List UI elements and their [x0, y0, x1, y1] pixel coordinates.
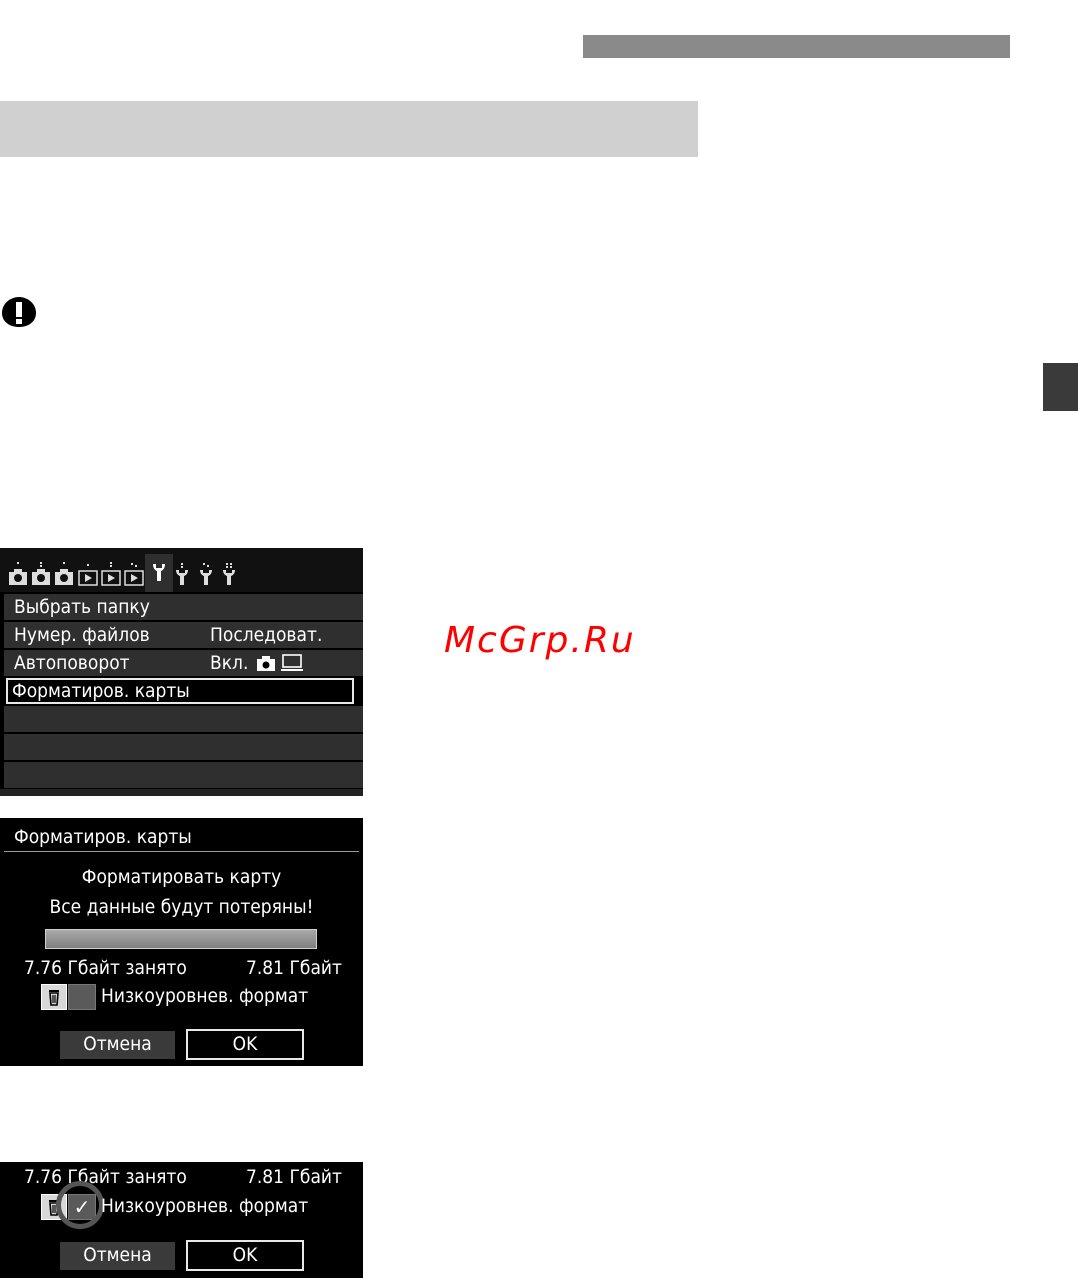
playback-icon[interactable]	[78, 562, 98, 586]
chapter-side-tab	[1043, 363, 1078, 411]
menu-item-value: Вкл.	[210, 652, 249, 674]
watermark-text: McGrp.Ru	[444, 620, 636, 661]
computer-icon	[281, 654, 303, 671]
total-space: 7.81 Гбайт	[246, 1166, 342, 1188]
format-card-dialog: Форматиров. карты Форматировать карту Вс…	[0, 818, 363, 1066]
header-bar	[583, 35, 1010, 58]
menu-item-label: Нумер. файлов	[14, 624, 150, 646]
low-level-format-label: Низкоуровнев. формат	[101, 1195, 309, 1217]
wrench-icon[interactable]	[172, 562, 192, 586]
camera-icon	[257, 656, 275, 671]
menu-item-empty	[4, 706, 363, 732]
ok-button[interactable]: OK	[186, 1240, 304, 1271]
menu-item-empty	[4, 734, 363, 760]
menu-item-label: Автоповорот	[14, 652, 130, 674]
caution-icon	[2, 297, 36, 327]
total-space: 7.81 Гбайт	[246, 957, 342, 979]
used-space: 7.76 Гбайт занято	[24, 1166, 187, 1188]
menu-item-auto-rotate[interactable]: Автоповорот Вкл.	[4, 650, 363, 676]
used-space: 7.76 Гбайт занято	[24, 957, 187, 979]
format-prompt: Форматировать карту	[81, 866, 282, 888]
cancel-button[interactable]: Отмена	[60, 1031, 175, 1059]
title-divider	[4, 851, 359, 852]
menu-item-file-numbering[interactable]: Нумер. файлов Последоват.	[4, 622, 363, 648]
trash-icon	[41, 984, 67, 1010]
menu-item-empty	[4, 762, 363, 788]
playback-icon[interactable]	[101, 562, 121, 586]
dialog-title: Форматиров. карты	[14, 826, 192, 848]
low-level-format-checkbox[interactable]	[68, 984, 96, 1010]
camera-menu-screen: Выбрать папку Нумер. файлов Последоват. …	[0, 548, 363, 796]
section-heading-band	[0, 101, 698, 157]
cancel-button[interactable]: Отмена	[60, 1242, 175, 1270]
menu-tab-bar	[0, 548, 363, 592]
wrench-icon[interactable]	[219, 562, 239, 586]
highlight-ring	[56, 1181, 104, 1229]
menu-item-select-folder[interactable]: Выбрать папку	[4, 594, 363, 620]
low-level-format-label: Низкоуровнев. формат	[101, 985, 309, 1007]
camera-icon[interactable]	[8, 562, 28, 586]
format-card-dialog-checked: 7.76 Гбайт занято 7.81 Гбайт ✓ Низкоуров…	[0, 1162, 363, 1278]
menu-item-value: Последоват.	[210, 624, 323, 646]
card-usage-bar	[45, 929, 317, 949]
playback-icon[interactable]	[124, 562, 144, 586]
menu-item-format-card[interactable]: Форматиров. карты	[6, 678, 354, 704]
ok-button[interactable]: OK	[186, 1029, 304, 1060]
camera-icon[interactable]	[31, 562, 51, 586]
camera-icon[interactable]	[54, 562, 74, 586]
wrench-icon[interactable]	[196, 562, 216, 586]
menu-item-label: Выбрать папку	[14, 596, 150, 618]
menu-item-label: Форматиров. карты	[12, 680, 190, 702]
wrench-icon[interactable]	[149, 558, 169, 582]
menu-bottom-edge	[0, 789, 363, 796]
data-loss-warning: Все данные будут потеряны!	[49, 896, 314, 918]
